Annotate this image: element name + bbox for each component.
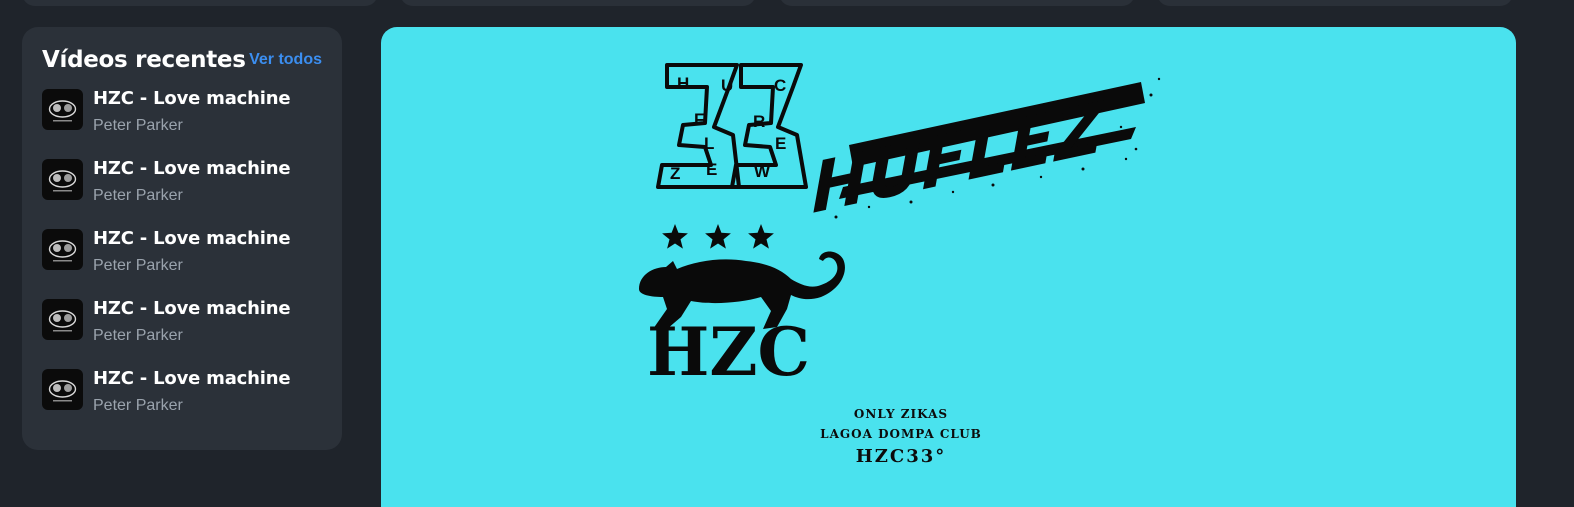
video-item[interactable]: HZC - Love machine Peter Parker — [42, 157, 322, 227]
video-title: HZC - Love machine — [93, 158, 291, 179]
logo-letter: U — [721, 76, 733, 95]
logo-letter: F — [694, 110, 704, 129]
logo-letter: L — [704, 134, 714, 153]
video-item[interactable]: HZC - Love machine Peter Parker — [42, 297, 322, 367]
video-thumbnail — [42, 229, 83, 270]
video-artist: Peter Parker — [93, 257, 183, 274]
video-item[interactable]: HZC - Love machine Peter Parker — [42, 227, 322, 297]
top-card-3[interactable] — [779, 0, 1135, 6]
logo-letter: Z — [670, 164, 680, 183]
panel-header: Vídeos recentes Ver todos — [42, 45, 322, 75]
video-title: HZC - Love machine — [93, 88, 291, 109]
video-thumbnail — [42, 369, 83, 410]
star-icon — [662, 224, 688, 249]
credit-tag: HZC33° — [855, 446, 947, 467]
banner-credits: ONLY ZIKAS LAGOA DOMPA CLUB HZC33° — [801, 404, 1001, 469]
video-artist: Peter Parker — [93, 117, 183, 134]
panel-title: Vídeos recentes — [42, 47, 246, 73]
hzc-emblem-text: HZC — [647, 313, 810, 391]
credit-line-1: ONLY ZIKAS — [853, 407, 949, 421]
recent-videos-panel: Vídeos recentes Ver todos HZC - Love mac… — [22, 27, 342, 450]
star-icon — [705, 224, 731, 249]
video-title: HZC - Love machine — [93, 368, 291, 389]
credit-line-2: LAGOA DOMPA CLUB — [820, 427, 982, 441]
video-artist: Peter Parker — [93, 327, 183, 344]
logo-letter: E — [706, 160, 717, 179]
video-thumbnail — [42, 299, 83, 340]
logo-letter: E — [775, 134, 786, 153]
video-title: HZC - Love machine — [93, 298, 291, 319]
video-artist: Peter Parker — [93, 397, 183, 414]
huflez-wordmark: HUFLEZ — [812, 77, 1161, 230]
logo-letter: H — [677, 74, 689, 93]
huflez-text: HUFLEZ — [812, 87, 1104, 230]
logo-letter: C — [774, 76, 786, 95]
video-item[interactable]: HZC - Love machine Peter Parker — [42, 87, 322, 157]
see-all-link[interactable]: Ver todos — [249, 51, 322, 69]
stars — [662, 224, 774, 249]
logo-33: H U C F R L E Z E W — [656, 63, 808, 189]
logo-letter: R — [753, 112, 765, 131]
logo-letter: W — [754, 162, 771, 181]
top-card-2[interactable] — [400, 0, 756, 6]
top-card-4[interactable] — [1157, 0, 1513, 6]
video-thumbnail — [42, 89, 83, 130]
top-card-1[interactable] — [22, 0, 378, 6]
video-artist: Peter Parker — [93, 187, 183, 204]
star-icon — [748, 224, 774, 249]
video-list: HZC - Love machine Peter Parker HZC - Lo… — [42, 87, 322, 437]
video-title: HZC - Love machine — [93, 228, 291, 249]
video-item[interactable]: HZC - Love machine Peter Parker — [42, 367, 322, 437]
featured-banner[interactable]: H U C F R L E Z E W HUFLEZ HZC ONLY ZIKA… — [381, 27, 1516, 507]
video-thumbnail — [42, 159, 83, 200]
